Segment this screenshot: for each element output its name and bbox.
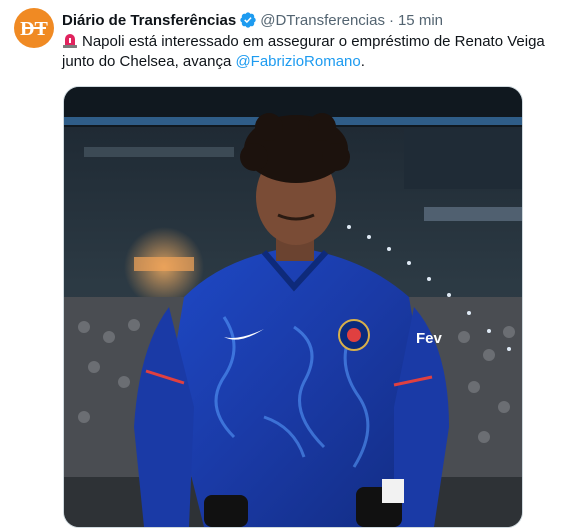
police-light-siren-icon — [62, 33, 78, 48]
shirt-sponsor: Fev — [416, 330, 443, 347]
account-avatar[interactable]: DT — [14, 8, 54, 48]
tweet-timestamp[interactable]: 15 min — [398, 12, 443, 29]
tweet-photo[interactable]: Fev — [63, 86, 523, 528]
dt-logo-icon: DT — [20, 18, 48, 40]
mention-link[interactable]: @FabrizioRomano — [235, 53, 360, 70]
tweet-end: . — [360, 53, 365, 70]
account-handle[interactable]: @DTransferencias — [260, 12, 385, 29]
football-player-photo: Fev — [64, 87, 522, 527]
display-name[interactable]: Diário de Transferências — [62, 12, 236, 29]
verified-badge-icon[interactable] — [239, 11, 257, 29]
separator-dot: · — [388, 11, 394, 29]
tweet-header: Diário de Transferências @DTransferencia… — [62, 10, 443, 30]
tweet-text: Napoli está interessado em assegurar o e… — [62, 32, 562, 72]
